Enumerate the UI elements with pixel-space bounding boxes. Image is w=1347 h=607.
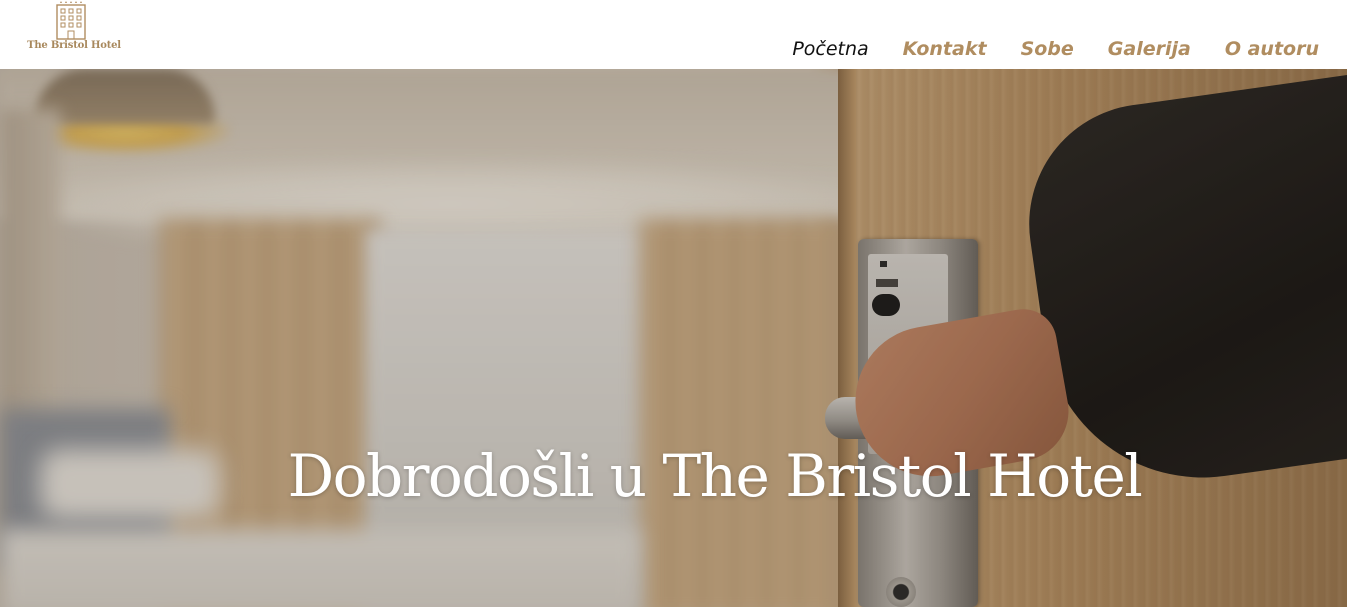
logo-text: The Bristol Hotel: [27, 40, 121, 51]
nav-link-pocetna[interactable]: Početna: [792, 36, 868, 62]
site-header: The Bristol Hotel Početna Kontakt Sobe G…: [0, 0, 1347, 69]
nav-link-kontakt[interactable]: Kontakt: [903, 36, 987, 62]
nav-link-galerija[interactable]: Galerija: [1108, 36, 1191, 62]
nav-link-o-autoru[interactable]: O autoru: [1225, 36, 1319, 62]
hero-title: Dobrodošli u The Bristol Hotel: [287, 442, 1143, 510]
hotel-building-icon: [56, 1, 86, 40]
hero-overlay: [0, 69, 1347, 607]
hero-banner: Dobrodošli u The Bristol Hotel: [0, 69, 1347, 607]
logo[interactable]: The Bristol Hotel: [26, 0, 122, 60]
main-nav: Početna Kontakt Sobe Galerija O autoru: [792, 36, 1319, 62]
nav-link-sobe[interactable]: Sobe: [1021, 36, 1074, 62]
